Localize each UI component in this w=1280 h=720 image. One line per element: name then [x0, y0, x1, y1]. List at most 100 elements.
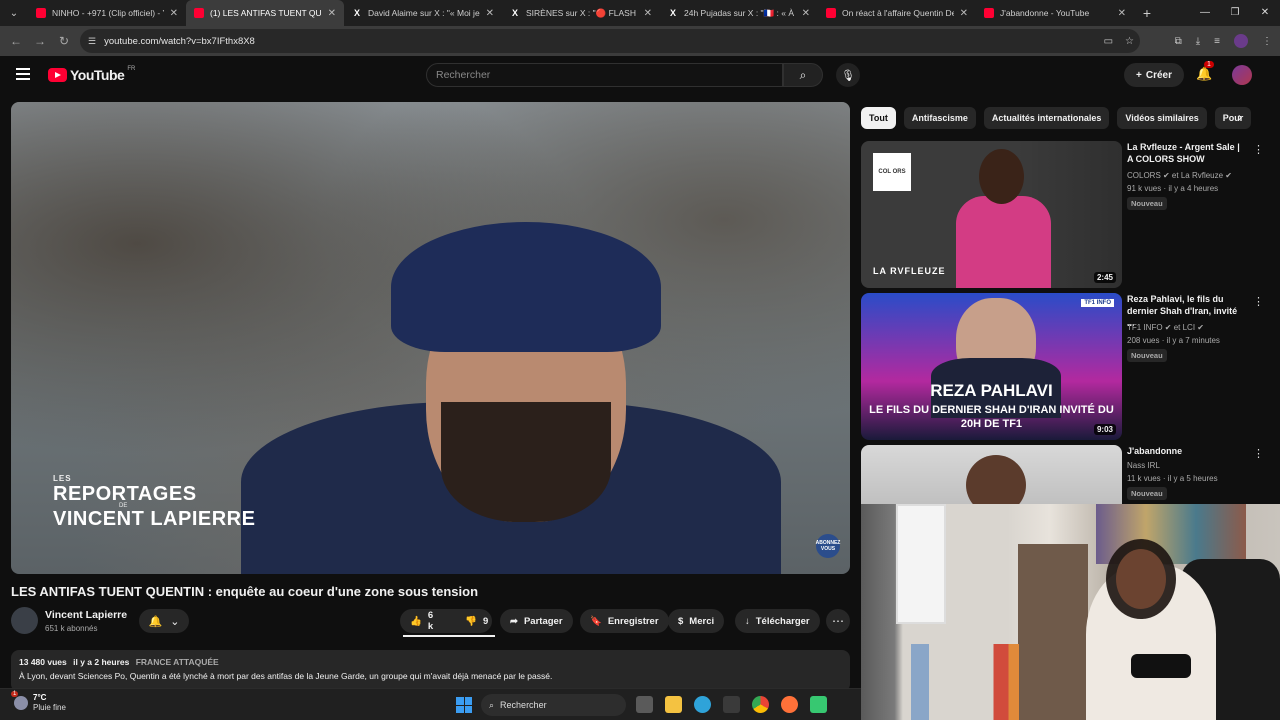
reload-icon[interactable]: ↻ — [52, 34, 76, 48]
channel-name[interactable]: Vincent Lapierre — [45, 609, 127, 621]
recommendation-item[interactable]: TF1 INFO REZA PAHLAVI LE FILS DU DERNIER… — [861, 293, 1264, 441]
chip[interactable]: Actualités internationales — [983, 107, 1110, 129]
browser-tab[interactable]: X 24h Pujadas sur X : "🇫🇷 : « À ca ✕ — [660, 0, 818, 26]
browser-tab[interactable]: On réact à l'affaire Quentin De ✕ — [818, 0, 976, 26]
subscribe-watermark-badge[interactable]: ABONNEZ VOUS — [816, 534, 840, 558]
taskbar-apps — [636, 696, 827, 713]
back-icon[interactable]: ← — [4, 34, 28, 48]
recommendation-channel[interactable]: TF1 INFO ✔ et LCI ✔ — [1127, 323, 1204, 332]
view-count: 13 480 vues — [19, 657, 67, 667]
file-explorer-icon[interactable] — [665, 696, 682, 713]
channel-avatar[interactable] — [11, 607, 38, 634]
close-window-icon[interactable]: ✕ — [1250, 0, 1280, 26]
save-button[interactable]: 🔖 Enregistrer — [580, 609, 669, 633]
chip-all[interactable]: Tout — [861, 107, 896, 129]
recommendation-title[interactable]: J'abandonne — [1127, 445, 1247, 457]
thanks-icon: $ — [678, 615, 684, 627]
video-thumbnail[interactable]: TF1 INFO REZA PAHLAVI LE FILS DU DERNIER… — [861, 293, 1122, 440]
close-icon[interactable]: ✕ — [486, 8, 494, 19]
recommendation-item[interactable]: COL ORS LA RVFLEUZE 2:45 La Rvfleuze - A… — [861, 141, 1264, 289]
address-bar[interactable]: ☰ youtube.com/watch?v=bx7IFthx8X8 ▭ ☆ — [80, 29, 1140, 53]
account-avatar[interactable] — [1232, 65, 1252, 85]
maximize-icon[interactable]: ❐ — [1220, 0, 1250, 26]
browser-tab[interactable]: NINHO - +971 (Clip officiel) - Yo ✕ — [28, 0, 186, 26]
close-icon[interactable]: ✕ — [170, 8, 178, 19]
weather-icon: 1 — [11, 691, 28, 710]
forward-icon[interactable]: → — [28, 34, 52, 48]
weather-widget[interactable]: 1 7°C Pluie fine — [11, 691, 66, 713]
site-settings-icon[interactable]: ☰ — [88, 36, 96, 47]
chrome-icon[interactable] — [752, 696, 769, 713]
share-button[interactable]: ➦ Partager — [500, 609, 573, 633]
video-player[interactable]: LES REPORTAGES DE VINCENT LAPIERRE ABONN… — [11, 102, 850, 574]
profile-icon[interactable] — [1234, 34, 1248, 48]
minimize-icon[interactable]: — — [1190, 0, 1220, 26]
close-icon[interactable]: ✕ — [960, 8, 968, 19]
xbox-icon[interactable] — [810, 696, 827, 713]
cast-icon[interactable]: ▭ — [1104, 36, 1113, 47]
thumbnail-subheadline: LE FILS DU DERNIER SHAH D'IRAN INVITÉ DU… — [869, 404, 1114, 430]
new-tab-icon[interactable]: + — [1134, 5, 1160, 21]
browser-tab[interactable]: X David Alaime sur X : "« Moi je s ✕ — [344, 0, 502, 26]
recommendation-channel[interactable]: COLORS ✔ et La Rvfleuze ✔ — [1127, 171, 1232, 180]
media-icon[interactable]: ≡ — [1214, 36, 1220, 47]
chip[interactable]: Vidéos similaires — [1117, 107, 1207, 129]
video-watermark-line4: VINCENT LAPIERRE — [53, 508, 256, 530]
recommendation-item[interactable]: J'abandonne Nass IRL 11 k vues · il y a … — [861, 445, 1261, 505]
video-duration: 2:45 — [1093, 272, 1116, 283]
tab-search-icon[interactable]: ⌄ — [0, 0, 28, 26]
task-view-icon[interactable] — [636, 696, 653, 713]
more-actions-icon[interactable]: ⋯ — [826, 609, 850, 633]
download-icon[interactable]: ⤓ — [1196, 36, 1200, 47]
store-icon[interactable] — [723, 696, 740, 713]
close-icon[interactable]: ✕ — [328, 8, 336, 19]
more-options-icon[interactable]: ⋮ — [1253, 447, 1261, 460]
thanks-button[interactable]: $ Merci — [668, 609, 725, 633]
hamburger-menu-icon[interactable] — [16, 68, 30, 83]
close-icon[interactable]: ✕ — [1118, 8, 1126, 19]
chip[interactable]: Pour — [1214, 107, 1252, 129]
microphone-icon[interactable]: 🎙 — [836, 63, 860, 87]
more-options-icon[interactable]: ⋮ — [1253, 295, 1264, 308]
menu-icon[interactable]: ⋮ — [1262, 36, 1272, 47]
search-box[interactable] — [426, 63, 783, 87]
recommendation-title[interactable]: La Rvfleuze - Argent Sale | A COLORS SHO… — [1127, 141, 1247, 165]
window-controls: — ❐ ✕ — [1190, 0, 1280, 26]
search-input[interactable] — [436, 69, 782, 81]
webcam-window — [896, 504, 946, 624]
edge-icon[interactable] — [694, 696, 711, 713]
like-button[interactable]: 👍 6 k — [400, 609, 443, 633]
bookmark-star-icon[interactable]: ☆ — [1125, 36, 1134, 47]
video-thumbnail[interactable] — [861, 445, 1122, 505]
chevron-right-icon[interactable]: › — [1238, 110, 1242, 124]
browser-tab-strip: ⌄ NINHO - +971 (Clip officiel) - Yo ✕ (1)… — [0, 0, 1280, 26]
firefox-icon[interactable] — [781, 696, 798, 713]
browser-tab[interactable]: J'abandonne - YouTube ✕ — [976, 0, 1134, 26]
chip[interactable]: Antifascisme — [903, 107, 976, 129]
notifications-bell-icon[interactable]: 🔔 1 — [1196, 61, 1214, 82]
windows-start-icon[interactable] — [456, 697, 472, 713]
taskbar-search[interactable]: ⌕ Rechercher — [481, 694, 626, 716]
more-options-icon[interactable]: ⋮ — [1253, 143, 1264, 156]
hashtag[interactable]: FRANCE ATTAQUÉE — [136, 657, 219, 667]
dislike-button[interactable]: 👎 9 — [455, 609, 498, 633]
bookmark-icon: 🔖 — [590, 615, 602, 627]
recommendation-channel[interactable]: Nass IRL — [1127, 461, 1160, 470]
thumbnail-label: LA RVFLEUZE — [873, 266, 946, 276]
video-thumbnail[interactable]: COL ORS LA RVFLEUZE 2:45 — [861, 141, 1122, 288]
new-badge: Nouveau — [1127, 349, 1167, 362]
search-icon: ⌕ — [489, 699, 495, 710]
webcam-overlay — [861, 504, 1280, 720]
create-button[interactable]: + Créer — [1124, 63, 1184, 87]
extensions-icon[interactable]: ⧉ — [1175, 36, 1182, 47]
download-button[interactable]: ↓ Télécharger — [735, 609, 820, 633]
search-icon[interactable]: ⌕ — [783, 63, 823, 87]
subscription-bell-button[interactable]: 🔔 ⌄ — [139, 609, 189, 633]
download-arrow-icon: ↓ — [745, 615, 750, 627]
youtube-logo[interactable]: YouTube FR — [48, 66, 135, 83]
close-icon[interactable]: ✕ — [644, 8, 652, 19]
description-box[interactable]: 13 480 vues il y a 2 heures FRANCE ATTAQ… — [11, 650, 850, 692]
browser-tab[interactable]: XSIRÈNES sur X : "🔴 FLASH | "F✕ — [502, 0, 660, 26]
close-icon[interactable]: ✕ — [802, 8, 810, 19]
browser-tab-active[interactable]: (1) LES ANTIFAS TUENT QUENTI✕ — [186, 0, 344, 26]
